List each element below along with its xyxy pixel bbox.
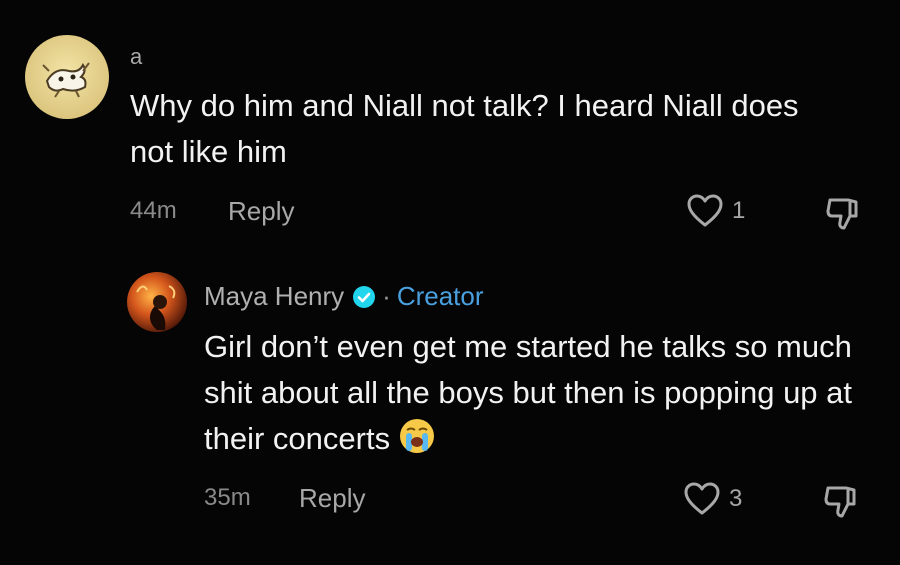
comment-text: Why do him and Niall not talk? I heard N… — [130, 88, 799, 169]
comment-text: Girl don’t even get me started he talks … — [204, 324, 884, 462]
comment-author-line: Maya Henry · Creator — [204, 281, 484, 312]
heart-icon — [687, 194, 723, 227]
comment-text-content: Girl don’t even get me started he talks … — [204, 329, 853, 456]
reply-button[interactable]: Reply — [228, 196, 294, 227]
comment-timestamp: 44m — [130, 197, 177, 224]
fire-photo-avatar-icon — [127, 272, 187, 332]
heart-icon — [684, 482, 720, 515]
verified-badge-icon — [352, 285, 376, 309]
username-text[interactable]: Maya Henry — [204, 281, 344, 312]
thumbs-down-icon — [824, 486, 856, 518]
like-button[interactable]: 3 — [683, 481, 742, 517]
like-count: 1 — [732, 197, 746, 224]
like-button[interactable]: 1 — [686, 193, 745, 229]
avatar[interactable] — [127, 272, 187, 332]
avatar[interactable] — [25, 35, 109, 119]
loudly-crying-face-icon — [398, 417, 436, 455]
creator-label: Creator — [396, 281, 484, 311]
thumbs-down-icon — [826, 198, 858, 230]
doodle-avatar-icon — [25, 35, 109, 119]
like-count: 3 — [729, 485, 743, 512]
dislike-button[interactable] — [824, 194, 862, 232]
reply-button[interactable]: Reply — [299, 483, 365, 514]
username-text[interactable]: a — [130, 44, 142, 70]
comment-username[interactable]: a — [130, 44, 142, 70]
separator-dot: · — [382, 281, 391, 311]
dislike-button[interactable] — [822, 482, 860, 520]
comment-timestamp: 35m — [204, 484, 251, 511]
